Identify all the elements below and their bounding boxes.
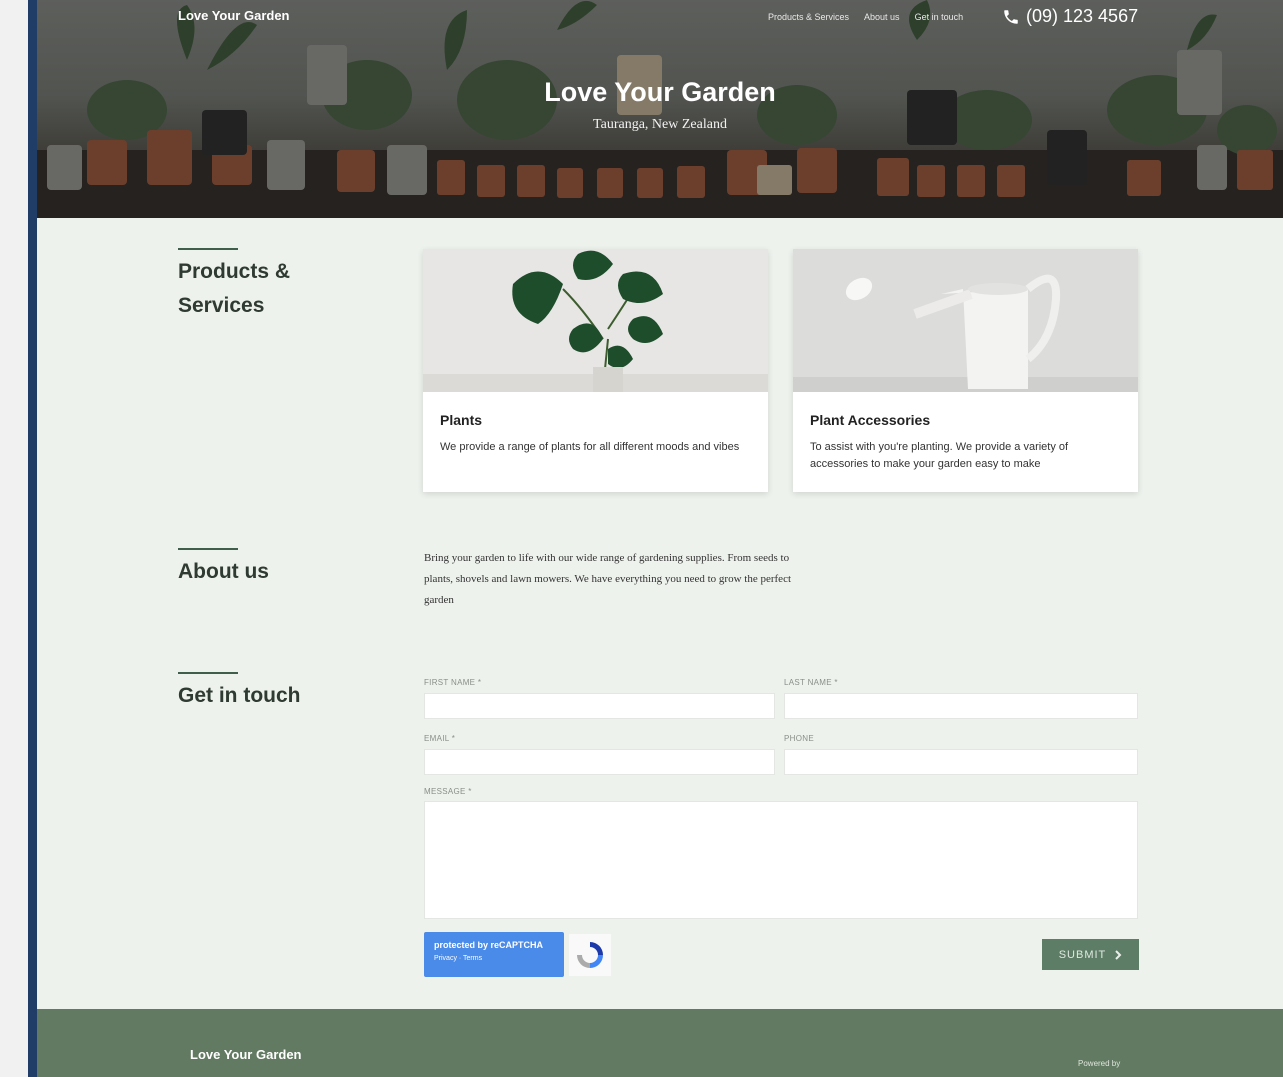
first-name-label: FIRST NAME * [424,678,482,687]
footer: Love Your Garden Powered by [37,1009,1283,1077]
section-divider [178,548,238,550]
main-nav: Products & Services About us Get in touc… [768,12,963,22]
email-input[interactable] [424,749,775,775]
hero-banner: Love Your Garden Products & Services Abo… [37,0,1283,218]
section-divider [178,248,238,250]
website: Love Your Garden Products & Services Abo… [37,0,1283,1077]
submit-label: SUBMIT [1058,948,1107,961]
card-title: Plant Accessories [810,412,931,428]
first-name-input[interactable] [424,693,775,719]
section-divider [178,672,238,674]
browser-frame: Love Your Garden Products & Services Abo… [28,0,1283,1077]
card-description: We provide a range of plants for all dif… [440,441,740,453]
recaptcha-icon [569,934,611,976]
last-name-label: LAST NAME * [784,678,838,687]
product-card-plants[interactable]: Plants We provide a range of plants for … [423,249,768,492]
phone-icon [1004,9,1018,24]
about-section-title: About us [178,560,269,583]
product-card-accessories[interactable]: Plant Accessories To assist with you're … [793,249,1138,492]
products-section-title: Products & Services [178,260,291,317]
powered-by-text: Powered by [1078,1059,1121,1068]
last-name-input[interactable] [784,693,1138,719]
phone-label: PHONE [784,734,814,743]
footer-brand: Love Your Garden [190,1047,302,1062]
message-textarea[interactable] [424,801,1138,919]
nav-link-products[interactable]: Products & Services [768,12,849,22]
card-description: To assist with you're planting. We provi… [810,441,1069,470]
hero-overlay [37,0,1283,218]
about-text: Bring your garden to life with our wide … [424,552,792,606]
phone-link[interactable]: (09) 123 4567 [1002,6,1138,27]
site-logo[interactable]: Love Your Garden [178,8,290,23]
plant-image [423,249,768,392]
phone-input[interactable] [784,749,1138,775]
card-title: Plants [440,412,483,428]
nav-link-about[interactable]: About us [864,12,900,22]
nav-link-contact[interactable]: Get in touch [915,12,964,22]
hero-title: Love Your Garden [544,77,776,107]
message-label: MESSAGE * [424,787,472,796]
submit-button[interactable]: SUBMIT [1042,939,1139,970]
contact-section-title: Get in touch [178,684,301,707]
recaptcha-text: protected by reCAPTCHA [434,940,544,950]
recaptcha-badge[interactable]: protected by reCAPTCHA Privacy · Terms [424,932,564,977]
recaptcha-links[interactable]: Privacy · Terms [434,955,554,962]
chevron-right-icon [1115,949,1122,960]
email-label: EMAIL * [424,734,456,743]
watering-can-image [793,249,1138,392]
hero-subtitle: Tauranga, New Zealand [593,117,727,132]
phone-number: (09) 123 4567 [1026,6,1139,26]
